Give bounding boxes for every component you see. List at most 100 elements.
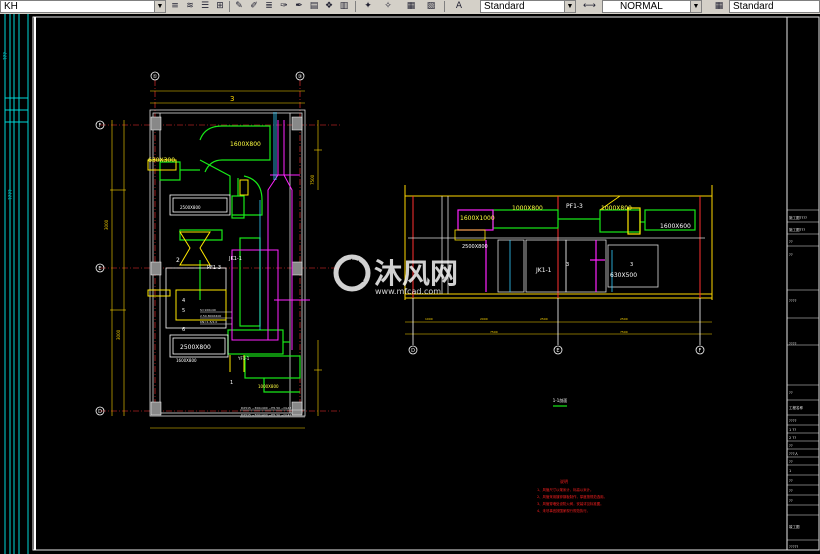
plan-equipment-label: PF1-3 bbox=[207, 265, 221, 271]
svg-text:7500: 7500 bbox=[490, 330, 498, 334]
plan-duct-label: 1000X800 bbox=[258, 384, 279, 389]
title-block-cell: ????? bbox=[789, 545, 798, 549]
title-block-cell: 1 ?? bbox=[789, 428, 796, 432]
plot-style-icon[interactable]: ✒ bbox=[293, 1, 305, 12]
svg-text:1000: 1000 bbox=[425, 317, 433, 321]
layer-combo[interactable]: KH ▼ bbox=[0, 0, 166, 13]
plan-duct-label: 1600X800 bbox=[176, 358, 197, 363]
lineweight-icon[interactable]: ✑ bbox=[278, 1, 290, 12]
title-block-cell: ???? bbox=[789, 299, 797, 303]
title-block-cell: 1 bbox=[789, 469, 791, 473]
dim-style-icon[interactable]: ⟷ bbox=[583, 1, 596, 12]
layer-state-icon[interactable]: ⊞ bbox=[214, 1, 226, 12]
title-block-cell: 工程名称 bbox=[789, 405, 803, 410]
plan-duct-label: 2500X800 bbox=[180, 344, 211, 351]
toolbar-separator bbox=[444, 1, 445, 12]
text-style-value: Standard bbox=[484, 1, 525, 12]
table-style-icon[interactable]: ▦ bbox=[713, 1, 725, 12]
text-style-icon[interactable]: A bbox=[453, 1, 465, 12]
section-duct-label: 2500X800 bbox=[462, 244, 488, 250]
calc-icon[interactable]: ▦ bbox=[405, 1, 417, 12]
linetype-icon[interactable]: ≣ bbox=[263, 1, 275, 12]
room-number: 3 bbox=[630, 262, 633, 268]
svg-text:2500: 2500 bbox=[620, 317, 628, 321]
layer-icon[interactable]: ≡ bbox=[169, 1, 181, 12]
title-block-cell: ?? bbox=[789, 499, 793, 503]
room-number: 3 bbox=[566, 262, 569, 268]
svg-text:7500: 7500 bbox=[310, 174, 315, 185]
svg-text:???: ??? bbox=[3, 52, 9, 60]
title-block-cell: ???? bbox=[789, 419, 797, 423]
section-grid-label: D bbox=[411, 348, 415, 354]
plan-duct-label: 2500X800 bbox=[180, 205, 201, 210]
grid-label-row: D bbox=[98, 409, 102, 415]
title-block-cell: 2 ?? bbox=[789, 436, 796, 440]
notes-heading: 说明 bbox=[560, 478, 568, 484]
layer-prev-icon[interactable]: ≋ bbox=[184, 1, 196, 12]
table-style-value: Standard bbox=[733, 1, 774, 12]
section-grid-label: F bbox=[699, 348, 702, 354]
room-number: 2 bbox=[176, 257, 180, 264]
room-number: 5 bbox=[182, 308, 185, 314]
layer-combo-value: KH bbox=[4, 1, 18, 12]
more-icon[interactable]: ▧ bbox=[425, 1, 437, 12]
room-number: 1 bbox=[230, 380, 233, 386]
title-block-cell: 施工图??? bbox=[789, 227, 805, 232]
svg-text:3000: 3000 bbox=[116, 329, 121, 340]
room-number: 4 bbox=[182, 298, 185, 304]
section-equipment-label: JK1-1 bbox=[535, 267, 552, 274]
title-block-cell: 竣工图 bbox=[789, 524, 800, 529]
title-block-cell: ?? bbox=[789, 240, 793, 244]
section-grid-label: E bbox=[556, 348, 559, 354]
title-block-cell: ?? bbox=[789, 253, 793, 257]
svg-text:7500: 7500 bbox=[620, 330, 628, 334]
plan-equipment-label: YF1-1 bbox=[237, 356, 250, 361]
drawing-canvas[interactable]: ??? ???? ① ③ F E D 3 3000 3000 7500 1600… bbox=[0, 14, 820, 554]
chevron-down-icon[interactable]: ▼ bbox=[690, 1, 701, 12]
section-duct-label: 1600X1000 bbox=[460, 215, 495, 222]
text-style-combo[interactable]: Standard ▼ bbox=[480, 0, 576, 13]
section-duct-label: 1000X800 bbox=[601, 205, 632, 212]
title-block-cell: 施工图???? bbox=[789, 215, 807, 220]
dim-style-value: NORMAL bbox=[620, 1, 663, 12]
section-equipment-label: PF1-3 bbox=[566, 203, 583, 210]
plan-duct-label: 630X300 bbox=[148, 157, 175, 164]
svg-text:2000: 2000 bbox=[480, 317, 488, 321]
tool-palette-icon[interactable]: ▥ bbox=[338, 1, 350, 12]
sheet-set-icon[interactable]: ✦ bbox=[362, 1, 374, 12]
svg-text:????: ???? bbox=[8, 189, 14, 200]
title-block-cell: ?? bbox=[789, 489, 793, 493]
markup-icon[interactable]: ✧ bbox=[382, 1, 394, 12]
section-title: 1-1剖面 bbox=[553, 397, 568, 403]
grid-label-row: E bbox=[98, 266, 101, 272]
title-block-cell: ?? bbox=[789, 391, 793, 395]
svg-text:D2515 ~300x400 ~H5.50 ~DL42: D2515 ~300x400 ~H5.50 ~DL42 bbox=[241, 413, 291, 417]
note-line: 1、风管尺寸以毫米计，标高以米计。 bbox=[537, 487, 593, 492]
design-center-icon[interactable]: ❖ bbox=[323, 1, 335, 12]
table-style-combo[interactable]: Standard bbox=[729, 0, 820, 13]
svg-text:S=100x40: S=100x40 bbox=[200, 308, 216, 312]
plan-duct-label: 1600X800 bbox=[230, 141, 261, 148]
section-duct-label: 1000X800 bbox=[512, 205, 543, 212]
props-icon[interactable]: ▤ bbox=[308, 1, 320, 12]
dim-style-combo[interactable]: NORMAL ▼ bbox=[602, 0, 702, 13]
chevron-down-icon[interactable]: ▼ bbox=[564, 1, 575, 12]
color-icon[interactable]: ✐ bbox=[248, 1, 260, 12]
title-block-cell: ?? bbox=[789, 444, 793, 448]
note-line: 4、未尽事宜按国家现行规范执行。 bbox=[537, 508, 590, 513]
section-duct-label: 1600X600 bbox=[660, 223, 691, 230]
grid-label-col: ① bbox=[153, 74, 158, 80]
match-props-icon[interactable]: ✎ bbox=[233, 1, 245, 12]
cad-toolbar: KH ▼ ≡ ≋ ☰ ⊞ ✎ ✐ ≣ ✑ ✒ ▤ ❖ ▥ ✦ ✧ ▦ ▧ A S… bbox=[0, 0, 820, 15]
plan-equipment-label: JK1-1 bbox=[228, 256, 242, 262]
chevron-down-icon[interactable]: ▼ bbox=[154, 1, 165, 12]
svg-text:D2515 ~300x400 ~H5.50 ~DL42: D2515 ~300x400 ~H5.50 ~DL42 bbox=[241, 406, 291, 410]
grid-label-row: F bbox=[99, 123, 102, 129]
watermark-url: www.mfcad.com bbox=[375, 287, 441, 296]
room-number: 6 bbox=[182, 327, 185, 333]
grid-label-col: ③ bbox=[298, 74, 302, 80]
svg-text:KN=1.5/2.0: KN=1.5/2.0 bbox=[200, 320, 217, 324]
title-block-cell: ?? bbox=[789, 460, 793, 464]
layer-props-icon[interactable]: ☰ bbox=[199, 1, 211, 12]
svg-text:2500: 2500 bbox=[540, 317, 548, 321]
